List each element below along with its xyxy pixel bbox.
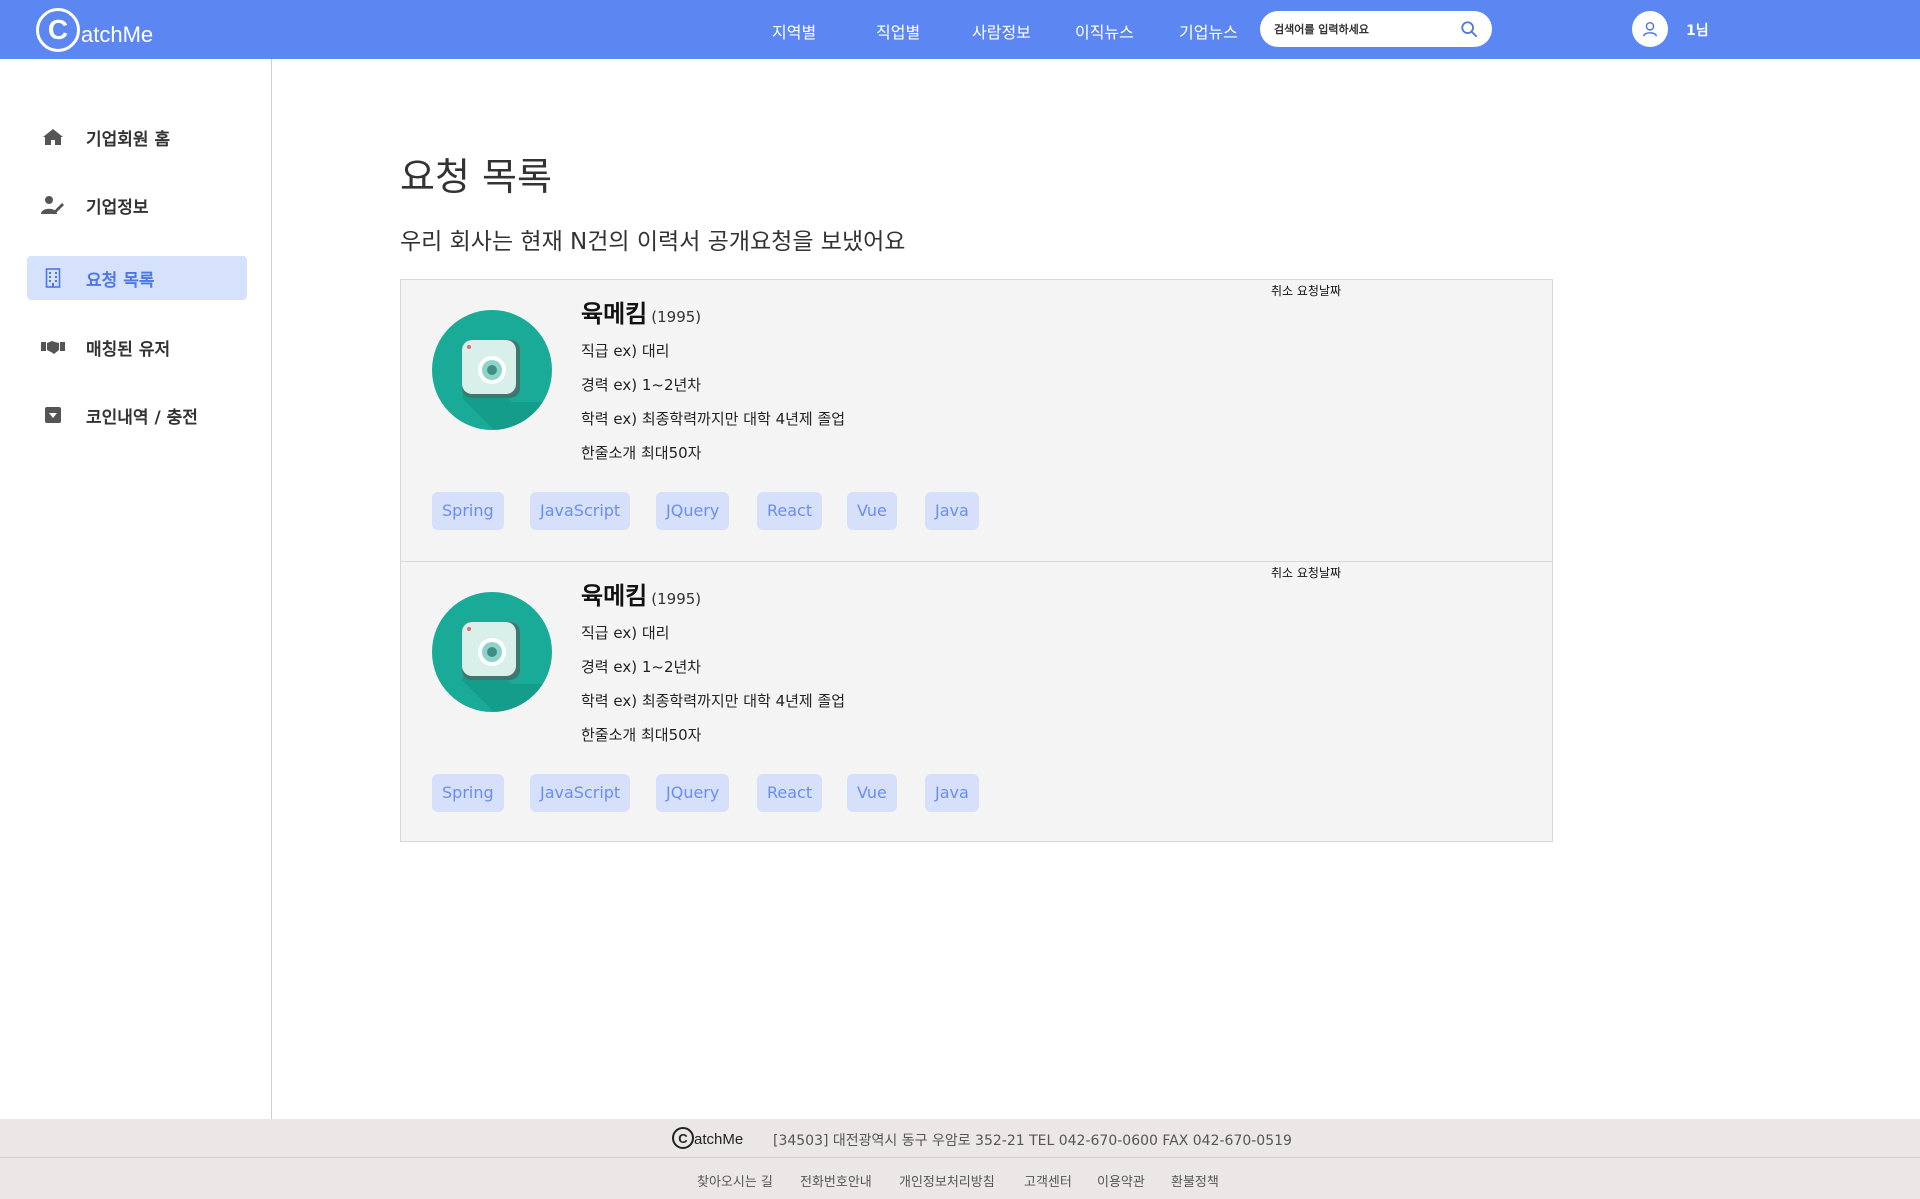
- logo[interactable]: C atchMe: [36, 8, 153, 52]
- footer-link-privacy[interactable]: 개인정보처리방침: [899, 1171, 995, 1190]
- candidate-position: 직급 ex) 대리: [581, 342, 670, 360]
- sidebar-item-label: 기업정보: [86, 197, 149, 218]
- sidebar-item-label: 매칭된 유저: [86, 339, 171, 360]
- camera-icon: [462, 622, 552, 712]
- skill-tag[interactable]: JQuery: [656, 774, 730, 812]
- footer: C atchMe [34503] 대전광역시 동구 우암로 352-21 TEL…: [0, 1119, 1920, 1199]
- search-input[interactable]: [1274, 19, 1454, 39]
- candidate-education: 학력 ex) 최종학력까지만 대학 4년제 졸업: [581, 410, 846, 428]
- handshake-icon: [41, 336, 65, 358]
- sidebar-item-label: 요청 목록: [86, 270, 155, 291]
- sidebar-item-label: 코인내역 / 충전: [86, 407, 198, 428]
- user-edit-icon: [41, 194, 65, 216]
- user-avatar[interactable]: [1632, 11, 1668, 47]
- sidebar-item-label: 기업회원 홈: [86, 129, 171, 150]
- footer-link-directions[interactable]: 찾아오시는 길: [697, 1171, 773, 1190]
- nav-region[interactable]: 지역별: [772, 19, 816, 43]
- skill-tag[interactable]: Spring: [432, 492, 504, 530]
- home-icon: [41, 126, 65, 148]
- nav-people[interactable]: 사람정보: [972, 19, 1031, 43]
- nav-job[interactable]: 직업별: [876, 19, 920, 43]
- footer-logo-mark: C: [672, 1127, 694, 1149]
- sidebar-item-company-info[interactable]: 기업정보: [27, 183, 247, 227]
- search-box: [1260, 11, 1492, 47]
- request-card: 육메킴 (1995) 직급 ex) 대리 경력 ex) 1~2년차 학력 ex) …: [401, 280, 1552, 561]
- page-title: 요청 목록: [400, 155, 552, 199]
- candidate-name-text: 육메킴: [581, 300, 648, 328]
- sidebar-item-home[interactable]: 기업회원 홈: [27, 115, 247, 159]
- sidebar-item-matched-users[interactable]: 매칭된 유저: [27, 325, 247, 369]
- footer-logo-text: atchMe: [694, 1131, 744, 1148]
- candidate-career: 경력 ex) 1~2년차: [581, 376, 702, 394]
- skill-tag[interactable]: Java: [925, 492, 979, 530]
- logo-text: atchMe: [81, 22, 154, 47]
- candidate-intro: 한줄소개 최대50자: [581, 444, 702, 462]
- candidate-name: 육메킴 (1995): [581, 294, 701, 329]
- footer-address: [34503] 대전광역시 동구 우암로 352-21 TEL 042-670-…: [773, 1133, 1292, 1149]
- caret-square-down-icon: [41, 404, 65, 426]
- footer-link-refund[interactable]: 환불정책: [1171, 1171, 1219, 1190]
- page-subtitle: 우리 회사는 현재 N건의 이력서 공개요청을 보냈어요: [400, 229, 906, 255]
- footer-links: 찾아오시는 길 전화번호안내 개인정보처리방침 고객센터 이용약관 환불정책: [0, 1171, 1920, 1191]
- request-card: 육메킴 (1995) 직급 ex) 대리 경력 ex) 1~2년차 학력 ex) …: [401, 561, 1552, 842]
- nav-career-news[interactable]: 이직뉴스: [1075, 19, 1134, 43]
- footer-link-support[interactable]: 고객센터: [1024, 1171, 1072, 1190]
- user-name[interactable]: 1님: [1686, 20, 1709, 40]
- skill-tag[interactable]: Spring: [432, 774, 504, 812]
- sidebar: 기업회원 홈 기업정보 요청 목록 매칭된 유저 코인내역 / 충전: [0, 59, 272, 1119]
- candidate-name-text: 육메킴: [581, 582, 648, 610]
- footer-logo[interactable]: C atchMe: [672, 1127, 743, 1149]
- cancel-request-link[interactable]: 취소 요청날짜: [1271, 282, 1341, 299]
- candidate-birth-year: (1995): [651, 308, 702, 326]
- skill-tag[interactable]: Vue: [847, 774, 897, 812]
- footer-link-phone[interactable]: 전화번호안내: [800, 1171, 872, 1190]
- nav-company-news[interactable]: 기업뉴스: [1179, 19, 1238, 43]
- logo-mark: C: [36, 8, 80, 52]
- skill-tag[interactable]: JavaScript: [530, 774, 631, 812]
- skill-tag[interactable]: React: [757, 492, 823, 530]
- footer-link-terms[interactable]: 이용약관: [1097, 1171, 1145, 1190]
- footer-info-bar: C atchMe [34503] 대전광역시 동구 우암로 352-21 TEL…: [0, 1119, 1920, 1158]
- candidate-position: 직급 ex) 대리: [581, 624, 670, 642]
- request-list: 육메킴 (1995) 직급 ex) 대리 경력 ex) 1~2년차 학력 ex) …: [400, 279, 1553, 842]
- skill-tag[interactable]: JQuery: [656, 492, 730, 530]
- user-icon: [1642, 21, 1658, 37]
- skill-tag[interactable]: JavaScript: [530, 492, 631, 530]
- search-icon[interactable]: [1460, 20, 1478, 38]
- sidebar-item-request-list[interactable]: 요청 목록: [27, 256, 247, 300]
- camera-icon: [462, 340, 552, 430]
- profile-image: [432, 592, 552, 712]
- skill-tag[interactable]: React: [757, 774, 823, 812]
- candidate-birth-year: (1995): [651, 590, 702, 608]
- skill-tag[interactable]: Vue: [847, 492, 897, 530]
- building-icon: [41, 267, 65, 289]
- candidate-name: 육메킴 (1995): [581, 576, 701, 611]
- candidate-career: 경력 ex) 1~2년차: [581, 658, 702, 676]
- candidate-intro: 한줄소개 최대50자: [581, 726, 702, 744]
- cancel-request-link[interactable]: 취소 요청날짜: [1271, 564, 1341, 581]
- skill-tag[interactable]: Java: [925, 774, 979, 812]
- profile-image: [432, 310, 552, 430]
- sidebar-item-coins[interactable]: 코인내역 / 충전: [27, 393, 247, 437]
- top-navbar: C atchMe 지역별 직업별 사람정보 이직뉴스 기업뉴스 1님: [0, 0, 1920, 59]
- candidate-education: 학력 ex) 최종학력까지만 대학 4년제 졸업: [581, 692, 846, 710]
